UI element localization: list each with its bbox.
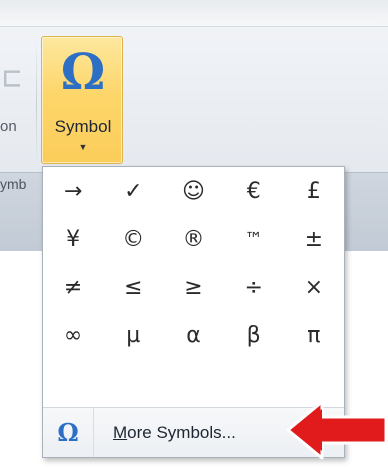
symbol-button[interactable]: Ω Symbol ▼ <box>41 36 123 164</box>
symbol-item[interactable]: ≥ <box>163 263 223 311</box>
omega-icon: Ω <box>43 408 94 457</box>
symbol-item[interactable]: β <box>224 311 284 359</box>
symbol-item[interactable]: π <box>284 311 344 359</box>
symbol-item[interactable]: © <box>103 215 163 263</box>
symbol-item[interactable]: α <box>163 311 223 359</box>
symbol-item[interactable]: ™ <box>224 215 284 263</box>
more-symbols-label-rest: ore Symbols... <box>127 423 236 442</box>
symbol-item[interactable]: µ <box>103 311 163 359</box>
symbol-item[interactable]: ≠ <box>43 263 103 311</box>
symbol-item[interactable]: ® <box>163 215 223 263</box>
more-symbols-mnemonic: M <box>113 423 128 442</box>
red-arrow-icon <box>286 400 388 460</box>
chevron-down-icon: ▼ <box>78 142 88 152</box>
symbol-item[interactable]: ✓ <box>103 167 163 215</box>
symbol-item[interactable]: £ <box>284 167 344 215</box>
ribbon-separator <box>36 40 37 168</box>
partial-ribbon-icon[interactable]: ▭ <box>0 46 20 106</box>
symbol-item[interactable]: → <box>43 167 103 215</box>
symbol-item[interactable]: ± <box>284 215 344 263</box>
more-symbols-label: More Symbols... <box>113 408 236 457</box>
omega-icon: Ω <box>60 42 106 101</box>
symbol-button-label: Symbol <box>54 117 112 136</box>
ribbon-top-strip <box>0 0 388 27</box>
symbol-item[interactable]: ÷ <box>224 263 284 311</box>
symbol-item[interactable]: € <box>224 167 284 215</box>
symbol-item[interactable]: ¥ <box>43 215 103 263</box>
partial-ribbon-label: on <box>0 118 17 135</box>
symbol-grid: → ✓ ☺ € £ ¥ © ® ™ ± ≠ ≤ ≥ ÷ × ∞ µ α β π <box>43 167 344 407</box>
symbol-item[interactable]: ☺ <box>163 167 223 215</box>
symbol-item[interactable]: ∞ <box>43 311 103 359</box>
symbol-item[interactable]: ≤ <box>103 263 163 311</box>
symbol-item[interactable]: × <box>284 263 344 311</box>
